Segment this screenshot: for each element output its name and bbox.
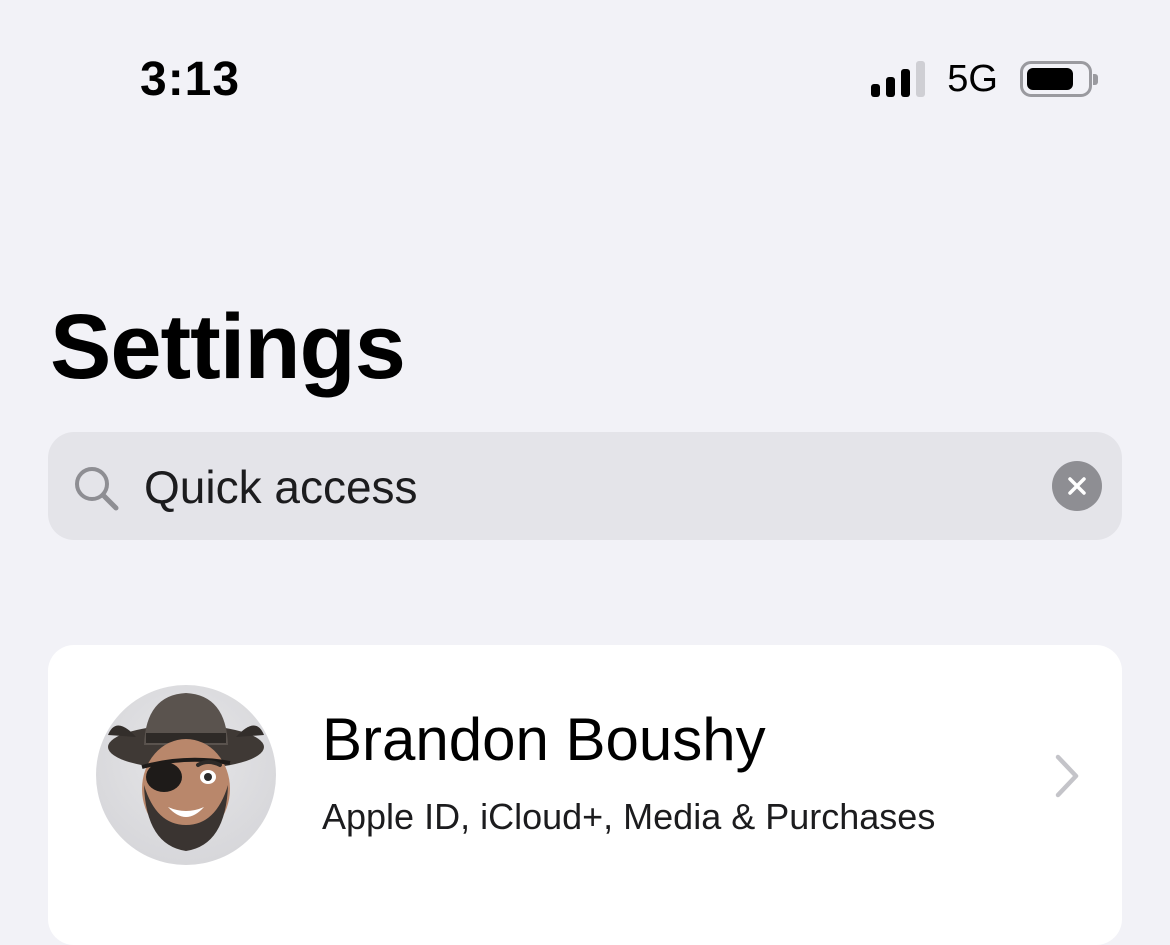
search-field[interactable]: Quick access: [48, 432, 1122, 540]
clear-search-button[interactable]: [1052, 461, 1102, 511]
page-title: Settings: [50, 296, 406, 398]
profile-subtitle: Apple ID, iCloud+, Media & Purchases: [322, 796, 936, 837]
status-time: 3:13: [140, 53, 241, 106]
profile-name: Brandon Boushy: [322, 706, 766, 773]
search-input[interactable]: Quick access: [144, 460, 418, 514]
search-icon: [75, 467, 119, 511]
chevron-right-icon: [1055, 754, 1079, 798]
apple-id-profile-row[interactable]: Brandon Boushy Apple ID, iCloud+, Media …: [48, 645, 1122, 945]
battery-icon: [1020, 61, 1098, 97]
avatar: [96, 685, 276, 865]
signal-icon: [871, 61, 926, 97]
avatar-memoji: [108, 693, 264, 851]
network-type: 5G: [947, 58, 998, 100]
status-icons: 5G: [871, 58, 1098, 100]
clear-icon: [1068, 477, 1086, 495]
